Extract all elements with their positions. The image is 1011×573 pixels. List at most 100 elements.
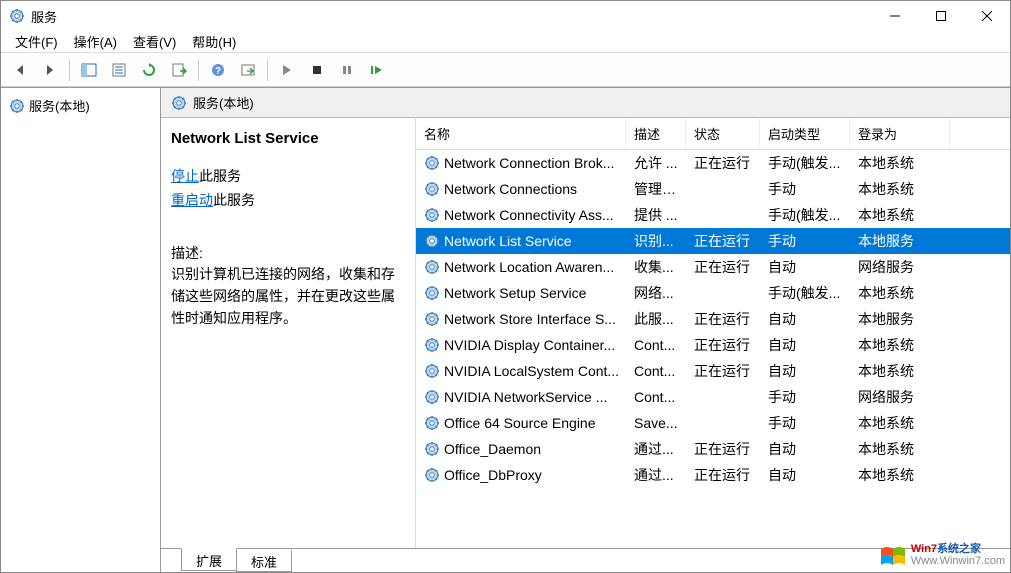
help-button[interactable]: ? [204, 56, 232, 84]
restart-link[interactable]: 重启动 [171, 192, 213, 208]
service-row[interactable]: Office_DbProxy通过...正在运行自动本地系统 [416, 462, 1010, 488]
service-status: 正在运行 [686, 231, 760, 251]
service-desc: 网络... [626, 283, 686, 303]
forward-button[interactable] [36, 56, 64, 84]
column-name[interactable]: 名称 [416, 118, 626, 149]
service-logon: 本地服务 [850, 231, 950, 251]
back-button[interactable] [6, 56, 34, 84]
stop-button[interactable] [303, 56, 331, 84]
service-start: 手动 [760, 387, 850, 407]
refresh-button[interactable] [135, 56, 163, 84]
column-status[interactable]: 状态 [686, 118, 760, 149]
gear-icon [424, 233, 440, 249]
list-pane: 名称 描述 状态 启动类型 登录为 Network Connection Bro… [416, 118, 1010, 548]
service-logon: 本地系统 [850, 361, 950, 381]
gear-icon [424, 363, 440, 379]
service-start: 手动(触发... [760, 283, 850, 303]
gear-icon [424, 415, 440, 431]
service-status: 正在运行 [686, 257, 760, 277]
gear-icon [424, 467, 440, 483]
service-row[interactable]: NVIDIA Display Container...Cont...正在运行自动… [416, 332, 1010, 358]
tree-root-node[interactable]: 服务(本地) [5, 94, 156, 117]
service-row[interactable]: Network Connectivity Ass...提供 ...手动(触发..… [416, 202, 1010, 228]
properties-button[interactable] [105, 56, 133, 84]
column-logon[interactable]: 登录为 [850, 118, 950, 149]
service-desc: 收集... [626, 257, 686, 277]
service-status: 正在运行 [686, 361, 760, 381]
tab-extended[interactable]: 扩展 [181, 548, 237, 571]
service-logon: 本地系统 [850, 413, 950, 433]
column-desc[interactable]: 描述 [626, 118, 686, 149]
window-title: 服务 [31, 7, 872, 26]
gear-icon [171, 95, 187, 111]
service-logon: 本地系统 [850, 153, 950, 173]
gear-icon [424, 181, 440, 197]
menu-action[interactable]: 操作(A) [66, 30, 125, 53]
service-name: NVIDIA Display Container... [444, 337, 615, 353]
content-pane: 服务(本地) Network List Service 停止此服务 重启动此服务… [161, 88, 1010, 572]
content-header-title: 服务(本地) [193, 93, 254, 112]
service-row[interactable]: Network Connection Brok... 允许 ...正在运行手动(触… [416, 150, 1010, 176]
service-logon: 本地系统 [850, 335, 950, 355]
service-logon: 本地服务 [850, 309, 950, 329]
service-desc: 允许 ... [626, 153, 686, 173]
service-desc: 此服... [626, 309, 686, 329]
tree-pane: 服务(本地) [1, 88, 161, 572]
show-hide-button[interactable] [75, 56, 103, 84]
service-status: 正在运行 [686, 335, 760, 355]
service-name: Office_Daemon [444, 441, 541, 457]
service-name: Network Location Awaren... [444, 259, 614, 275]
service-name: Network Connections [444, 181, 577, 197]
service-name: Network Connection Brok... [444, 155, 614, 171]
restart-button[interactable] [363, 56, 391, 84]
column-start[interactable]: 启动类型 [760, 118, 850, 149]
gear-icon [424, 389, 440, 405]
list-body[interactable]: Network Connection Brok...允许 ...正在运行手动(触… [416, 150, 1010, 548]
service-desc: Cont... [626, 363, 686, 379]
service-start: 自动 [760, 361, 850, 381]
gear-icon [424, 311, 440, 327]
service-logon: 本地系统 [850, 439, 950, 459]
service-row[interactable]: Office 64 Source EngineSave...手动本地系统 [416, 410, 1010, 436]
play-button[interactable] [273, 56, 301, 84]
service-row[interactable]: Network Setup Service网络...手动(触发...本地系统 [416, 280, 1010, 306]
stop-suffix: 此服务 [199, 168, 241, 184]
service-desc: 提供 ... [626, 205, 686, 225]
stop-link[interactable]: 停止 [171, 168, 199, 184]
maximize-button[interactable] [918, 1, 964, 31]
service-row[interactable]: NVIDIA LocalSystem Cont...Cont...正在运行自动本… [416, 358, 1010, 384]
service-status: 正在运行 [686, 439, 760, 459]
service-status: 正在运行 [686, 153, 760, 173]
service-desc: 通过... [626, 465, 686, 485]
gear-icon [424, 337, 440, 353]
service-logon: 网络服务 [850, 257, 950, 277]
export-button[interactable] [165, 56, 193, 84]
close-button[interactable] [964, 1, 1010, 31]
menu-view[interactable]: 查看(V) [125, 30, 184, 53]
detail-title: Network List Service [171, 130, 405, 147]
menu-help[interactable]: 帮助(H) [184, 30, 244, 53]
service-status: 正在运行 [686, 309, 760, 329]
service-row[interactable]: Office_Daemon通过...正在运行自动本地系统 [416, 436, 1010, 462]
main-area: 服务(本地) 服务(本地) Network List Service 停止此服务… [1, 87, 1010, 572]
service-row[interactable]: Network Location Awaren... 收集...正在运行自动网络服… [416, 254, 1010, 280]
service-row[interactable]: Network Store Interface S...此服...正在运行自动本… [416, 306, 1010, 332]
open-button[interactable] [234, 56, 262, 84]
gear-icon [424, 441, 440, 457]
service-start: 手动(触发... [760, 153, 850, 173]
restart-suffix: 此服务 [213, 192, 255, 208]
menubar: 文件(F) 操作(A) 查看(V) 帮助(H) [1, 31, 1010, 53]
tab-standard[interactable]: 标准 [236, 550, 292, 572]
minimize-button[interactable] [872, 1, 918, 31]
service-row[interactable]: Network Connections管理"...手动本地系统 [416, 176, 1010, 202]
pause-button[interactable] [333, 56, 361, 84]
service-logon: 本地系统 [850, 205, 950, 225]
service-desc: Cont... [626, 389, 686, 405]
service-start: 自动 [760, 257, 850, 277]
titlebar: 服务 [1, 1, 1010, 31]
menu-file[interactable]: 文件(F) [7, 30, 66, 53]
service-row[interactable]: Network List Service识别...正在运行手动本地服务 [416, 228, 1010, 254]
service-row[interactable]: NVIDIA NetworkService ...Cont...手动网络服务 [416, 384, 1010, 410]
toolbar: ? [1, 53, 1010, 87]
detail-desc-label: 描述: [171, 243, 405, 263]
